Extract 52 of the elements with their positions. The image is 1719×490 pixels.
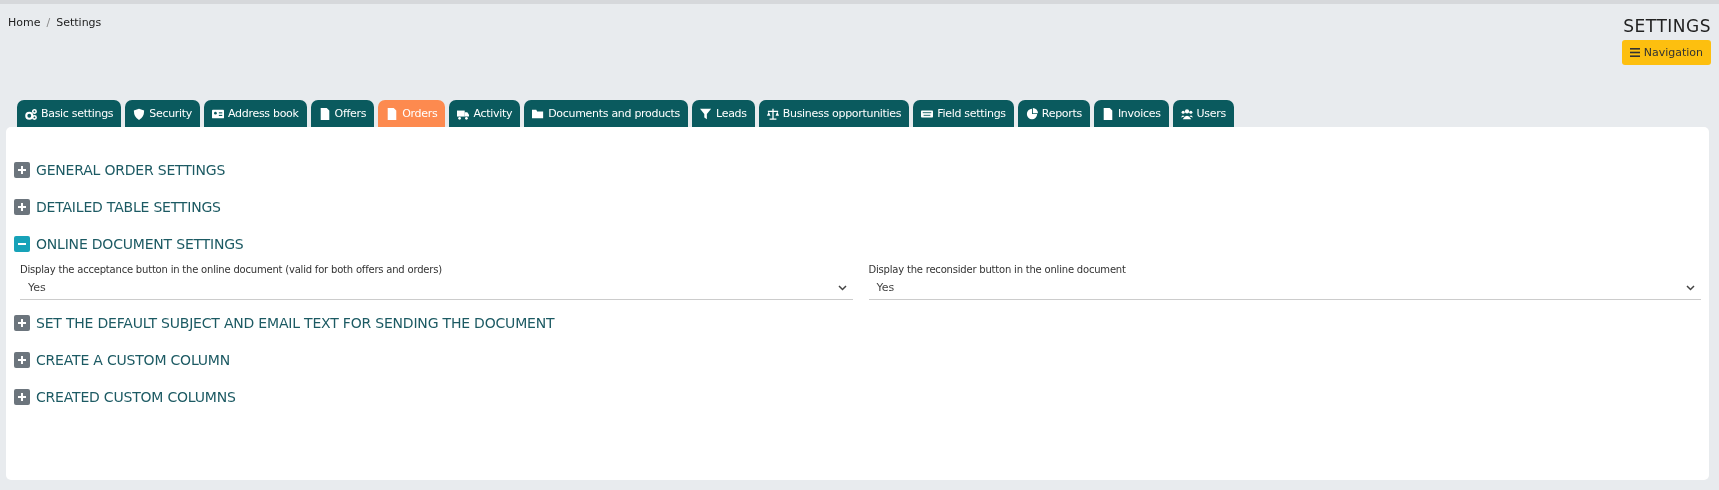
settings-tab[interactable]: Activity: [449, 100, 521, 127]
page-title: SETTINGS: [1623, 16, 1711, 36]
menu-icon: [1629, 48, 1640, 57]
settings-tab[interactable]: Reports: [1017, 100, 1090, 127]
plus-icon: [17, 317, 27, 328]
section-title[interactable]: ONLINE DOCUMENT SETTINGS: [36, 235, 244, 252]
field-label: Display the acceptance button in the online document (valid for both offers and orders): [20, 264, 443, 275]
document-icon: [1101, 107, 1114, 120]
funnel-icon: [700, 107, 713, 120]
navigation-button[interactable]: Navigation: [1621, 40, 1711, 65]
plus-icon: [17, 164, 27, 175]
section-title[interactable]: CREATED CUSTOM COLUMNS: [36, 388, 236, 405]
settings-tab[interactable]: Leads: [692, 100, 755, 127]
settings-tab[interactable]: Field settings: [913, 100, 1014, 127]
expand-toggle[interactable]: [14, 161, 30, 178]
section-title[interactable]: SET THE DEFAULT SUBJECT AND EMAIL TEXT FOR SENDING THE DOCUMENT: [36, 314, 555, 331]
settings-tab[interactable]: Address book: [204, 100, 307, 127]
settings-tab[interactable]: Security: [125, 100, 201, 127]
expand-toggle[interactable]: [14, 198, 30, 215]
settings-tab[interactable]: Offers: [310, 100, 375, 127]
section-title[interactable]: DETAILED TABLE SETTINGS: [36, 198, 221, 215]
plus-icon: [17, 354, 27, 365]
section-title[interactable]: CREATE A CUSTOM COLUMN: [36, 351, 231, 368]
chevron-down-icon: [837, 284, 847, 291]
gears-icon: [25, 107, 37, 120]
expand-toggle[interactable]: [14, 388, 30, 405]
shield-icon: [133, 107, 146, 120]
document-icon: [318, 107, 331, 120]
plus-icon: [17, 201, 27, 212]
users-icon: [1180, 107, 1193, 120]
scales-icon: [766, 107, 779, 120]
document-icon: [386, 107, 399, 120]
select-field[interactable]: Yes: [868, 278, 1701, 300]
settings-tab[interactable]: Invoices: [1093, 100, 1169, 127]
field-label: Display the reconsider button in the online document: [868, 264, 1127, 275]
expand-toggle[interactable]: [14, 351, 30, 368]
breadcrumb-separator: /: [46, 16, 51, 31]
pie-chart-icon: [1025, 107, 1038, 120]
plus-icon: [17, 391, 27, 402]
breadcrumb-link[interactable]: Settings: [56, 16, 102, 88]
folder-icon: [532, 107, 545, 120]
breadcrumb-link[interactable]: Home: [8, 16, 41, 88]
settings-tab[interactable]: Documents and products: [524, 100, 689, 127]
settings-tab[interactable]: Basic settings: [17, 100, 122, 127]
section-title[interactable]: GENERAL ORDER SETTINGS: [36, 161, 226, 178]
collapse-toggle[interactable]: [14, 235, 30, 252]
settings-tab[interactable]: Users: [1172, 100, 1234, 127]
expand-toggle[interactable]: [14, 314, 30, 331]
settings-tab[interactable]: Business opportunities: [758, 100, 910, 127]
chevron-down-icon: [1686, 284, 1695, 291]
select-field[interactable]: Yes: [20, 278, 853, 300]
contact-card-icon: [212, 107, 225, 120]
